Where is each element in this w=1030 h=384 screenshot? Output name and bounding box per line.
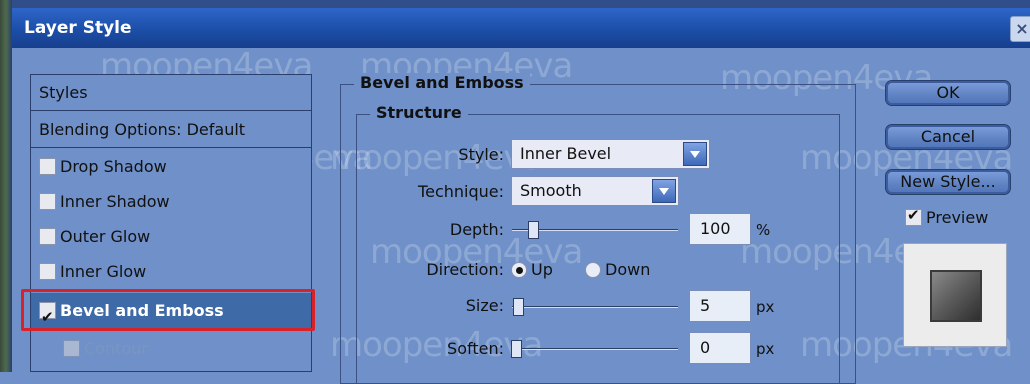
style-select[interactable]: Inner Bevel (511, 139, 710, 169)
close-icon: × (1015, 19, 1029, 38)
size-label: Size: (465, 296, 504, 315)
title-bar[interactable]: Layer Style × (12, 8, 1030, 48)
list-item-blending-options[interactable]: Blending Options: Default (31, 112, 311, 148)
soften-slider-track[interactable] (512, 348, 678, 350)
soften-label: Soften: (447, 339, 504, 358)
list-item-inner-shadow[interactable]: Inner Shadow (31, 184, 311, 220)
list-item-contour[interactable]: Contour (31, 331, 311, 367)
list-item-outer-glow[interactable]: Outer Glow (31, 219, 311, 255)
list-item-drop-shadow[interactable]: Drop Shadow (31, 149, 311, 185)
depth-label: Depth: (449, 220, 504, 239)
ok-button[interactable]: OK (885, 80, 1011, 106)
size-input[interactable]: 5 (689, 290, 751, 322)
styles-header-label: Styles (39, 83, 88, 102)
direction-label: Direction: (426, 260, 504, 279)
contour-checkbox[interactable] (63, 340, 80, 357)
size-slider-thumb[interactable] (513, 298, 524, 316)
structure-title: Structure (370, 103, 468, 122)
list-item-label: Inner Shadow (60, 192, 170, 211)
soften-unit: px (756, 340, 775, 358)
styles-header[interactable]: Styles (31, 75, 311, 111)
direction-down-label: Down (605, 260, 651, 279)
direction-down-radio[interactable] (585, 262, 601, 278)
list-item-label: Outer Glow (60, 227, 151, 246)
technique-label: Technique: (418, 182, 504, 201)
depth-input[interactable]: 100 (689, 213, 751, 245)
depth-unit: % (756, 221, 771, 239)
technique-select[interactable]: Smooth (511, 176, 679, 206)
style-preview (903, 243, 1007, 347)
preview-toggle[interactable]: Preview (905, 206, 989, 227)
depth-slider-thumb[interactable] (528, 221, 539, 239)
list-item-inner-glow[interactable]: Inner Glow (31, 254, 311, 290)
size-unit: px (756, 298, 775, 316)
style-label: Style: (458, 145, 504, 164)
preview-checkbox[interactable] (905, 206, 922, 226)
bevel-emboss-title: Bevel and Emboss (354, 73, 530, 92)
soften-input[interactable]: 0 (689, 332, 751, 364)
inner-glow-checkbox[interactable] (39, 263, 56, 280)
close-button[interactable]: × (1010, 16, 1030, 42)
size-slider-track[interactable] (512, 306, 678, 308)
list-item-label: Drop Shadow (60, 157, 167, 176)
chevron-down-icon[interactable] (683, 142, 707, 166)
cancel-button[interactable]: Cancel (885, 124, 1011, 150)
technique-select-value: Smooth (520, 181, 582, 200)
new-style-button[interactable]: New Style... (885, 169, 1011, 195)
direction-up-radio[interactable] (511, 262, 527, 278)
chevron-down-icon[interactable] (652, 179, 676, 203)
list-item-label: Inner Glow (60, 262, 147, 281)
inner-shadow-checkbox[interactable] (39, 193, 56, 210)
list-item-label: Contour (84, 339, 148, 358)
highlight-frame (21, 289, 315, 331)
window-title: Layer Style (24, 18, 132, 38)
style-select-value: Inner Bevel (520, 144, 612, 163)
drop-shadow-checkbox[interactable] (39, 158, 56, 175)
soften-slider-thumb[interactable] (511, 340, 522, 358)
preview-label: Preview (926, 208, 989, 227)
preview-swatch (930, 270, 982, 322)
direction-up-label: Up (531, 260, 553, 279)
outer-glow-checkbox[interactable] (39, 228, 56, 245)
window-left-edge (0, 0, 12, 372)
list-item-label: Blending Options: Default (39, 120, 246, 139)
window-top-edge (0, 0, 1030, 8)
